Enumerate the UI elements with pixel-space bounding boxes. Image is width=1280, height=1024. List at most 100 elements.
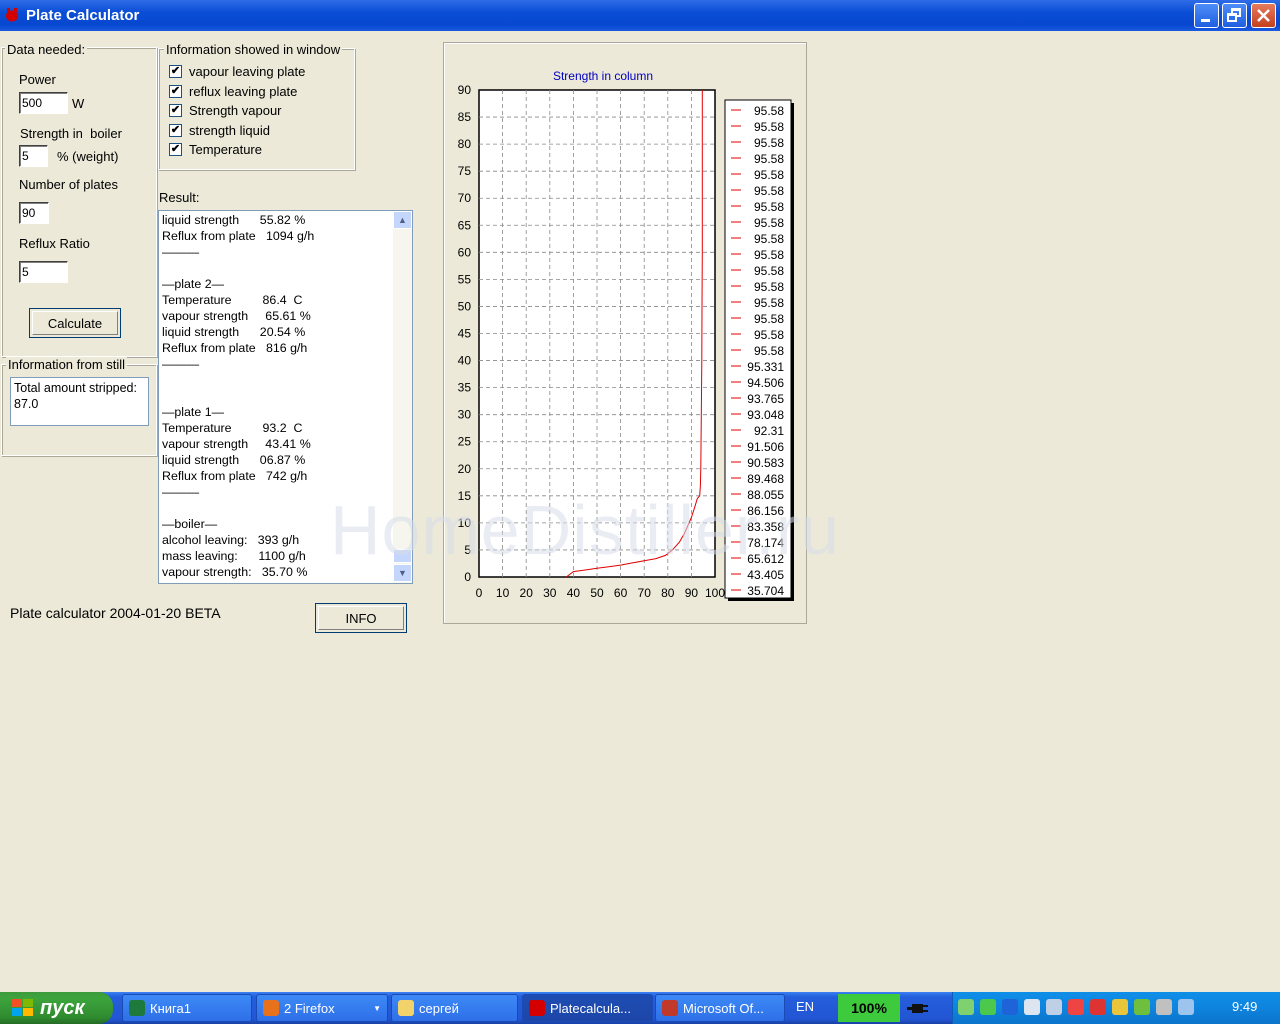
still-info-text: Total amount stripped: 87.0 [10,377,149,426]
x-tick-label: 90 [685,586,699,600]
checkbox-label-3: strength liquid [189,122,270,138]
x-tick-label: 70 [638,586,652,600]
taskbar-item-label: Книга1 [150,1000,191,1016]
close-button[interactable] [1251,3,1276,28]
x-tick-label: 100 [705,586,725,600]
watermark-logo: HomeDistiller.ru [330,491,840,569]
plates-input[interactable]: 90 [19,202,49,224]
legend-entry: 95.58 [754,152,784,166]
legend-entry: 94.506 [747,376,784,390]
y-tick-label: 50 [458,299,472,313]
checkbox-2[interactable]: ✔ [169,104,182,118]
speaker-icon[interactable] [1156,999,1172,1015]
y-tick-label: 75 [458,164,472,178]
reflux-label: Reflux Ratio [19,236,90,251]
usb-icon[interactable] [1046,999,1062,1015]
clock[interactable]: 9:49 [1232,999,1257,1014]
language-indicator[interactable]: EN [796,999,814,1014]
y-tick-label: 65 [458,218,472,232]
legend-entry: 95.58 [754,312,784,326]
y-tick-label: 55 [458,272,472,286]
start-label: пуск [40,996,85,1019]
legend-entry: 95.58 [754,200,784,214]
shield-check-icon[interactable] [980,999,996,1015]
scroll-up-arrow[interactable]: ▲ [393,211,412,229]
reflux-input[interactable]: 5 [19,261,68,283]
maximize-button[interactable] [1222,3,1247,28]
taskbar-item-label: Microsoft Of... [683,1000,764,1016]
strength-label: Strength in boiler [20,126,122,141]
taskbar-item-1[interactable]: 2 Firefox ▼ [256,994,388,1022]
legend-entry: 92.31 [754,424,784,438]
y-tick-label: 60 [458,245,472,259]
checkbox-4[interactable]: ✔ [169,143,182,157]
y-tick-label: 20 [458,462,472,476]
checkbox-1[interactable]: ✔ [169,84,182,98]
security-icon[interactable] [1068,999,1084,1015]
plate-app-icon [529,1000,545,1016]
data-needed-legend: Data needed: [5,42,88,57]
y-tick-label: 85 [458,110,472,124]
taskbar-item-4[interactable]: Microsoft Of... [655,994,785,1022]
y-tick-label: 45 [458,327,472,341]
calculate-button[interactable]: Calculate [29,308,121,338]
y-tick-label: 25 [458,435,472,449]
display-icon[interactable] [1024,999,1040,1015]
y-tick-label: 80 [458,137,472,151]
y-tick-label: 40 [458,354,472,368]
x-tick-label: 60 [614,586,628,600]
checkbox-0[interactable]: ✔ [169,65,182,78]
legend-entry: 93.048 [747,408,784,422]
strength-input[interactable]: 5 [19,145,48,167]
close-icon [1257,9,1270,22]
power-unit: W [72,96,85,111]
folder-icon [398,1000,414,1016]
taskbar-item-label: Platecalcula... [550,1000,631,1016]
strength-unit: % (weight) [57,149,119,164]
info-button[interactable]: INFO [315,603,407,633]
taskbar-item-0[interactable]: Книга1 [122,994,252,1022]
title-bar[interactable] [0,0,1280,31]
y-tick-label: 70 [458,191,472,205]
legend-entry: 95.58 [754,328,784,342]
still-info-legend: Information from still [6,357,128,372]
chart-title: Strength in column [553,69,653,83]
bluetooth-icon[interactable] [1002,999,1018,1015]
legend-entry: 95.58 [754,216,784,230]
legend-entry: 43.405 [747,568,784,582]
power-label: Power [19,72,56,87]
taskbar-item-2[interactable]: сергей [391,994,518,1022]
start-button[interactable]: пуск [0,992,113,1024]
checkbox-3[interactable]: ✔ [169,123,182,137]
x-tick-label: 80 [661,586,675,600]
x-tick-label: 0 [476,586,483,600]
legend-entry: 91.506 [747,440,784,454]
app-icon [6,8,18,22]
legend-entry: 95.58 [754,232,784,246]
legend-entry: 95.58 [754,264,784,278]
checkbox-label-4: Temperature [189,142,262,158]
minimize-button[interactable] [1194,3,1219,28]
info-window-legend: Information showed in window [164,42,343,57]
minimize-icon [1201,19,1210,22]
network-error-icon[interactable] [1090,999,1106,1015]
checkbox-label-1: reflux leaving plate [189,83,298,99]
power-plug-icon[interactable] [906,998,930,1018]
window-title: Plate Calculator [26,7,140,24]
taskbar-item-3[interactable]: Platecalcula... [522,994,653,1022]
monitor-icon[interactable] [1178,999,1194,1015]
checkbox-label-2: Strength vapour [189,103,282,119]
antivirus-icon[interactable] [1134,999,1150,1015]
firewall-icon[interactable] [1112,999,1128,1015]
network-icon[interactable] [958,999,974,1015]
battery-indicator[interactable]: 100% [838,994,900,1022]
power-input[interactable]: 500 [19,92,68,114]
y-tick-label: 35 [458,381,472,395]
result-label: Result: [159,190,200,205]
x-tick-label: 50 [590,586,604,600]
legend-entry: 95.58 [754,136,784,150]
legend-entry: 90.583 [747,456,784,470]
info-label: INFO [318,606,404,630]
taskbar-item-label: сергей [419,1000,459,1016]
office-icon [662,1000,678,1016]
